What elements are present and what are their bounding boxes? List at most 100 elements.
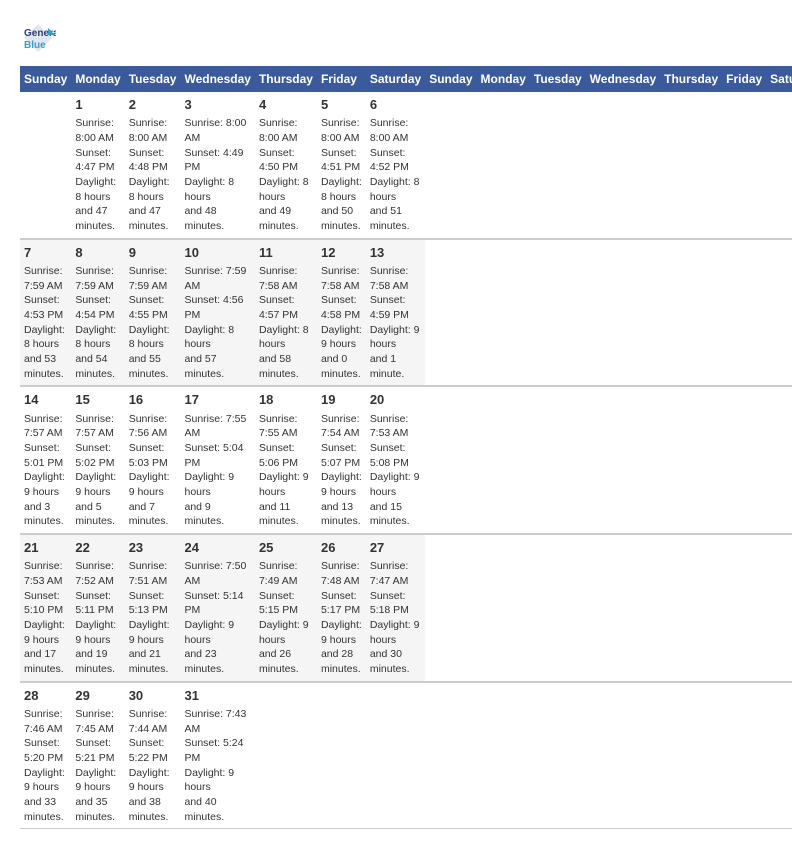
day-info: Sunrise: 7:59 AMSunset: 4:54 PMDaylight:… [75, 264, 120, 382]
day-info: Sunrise: 7:59 AMSunset: 4:56 PMDaylight:… [184, 264, 250, 382]
day-info: Sunrise: 7:57 AMSunset: 5:01 PMDaylight:… [24, 412, 67, 530]
calendar-week-row: 7 Sunrise: 7:59 AMSunset: 4:53 PMDaylight… [20, 239, 792, 387]
calendar-cell [20, 92, 71, 239]
day-number: 2 [129, 96, 177, 114]
day-info: Sunrise: 7:50 AMSunset: 5:14 PMDaylight:… [184, 559, 250, 677]
logo: General Blue [20, 20, 60, 56]
day-number: 17 [184, 391, 250, 409]
day-number: 16 [129, 391, 177, 409]
day-info: Sunrise: 7:43 AMSunset: 5:24 PMDaylight:… [184, 707, 250, 825]
day-number: 28 [24, 687, 67, 705]
svg-text:Blue: Blue [24, 40, 46, 51]
day-number: 8 [75, 244, 120, 262]
calendar-cell: 8 Sunrise: 7:59 AMSunset: 4:54 PMDaylight… [71, 239, 124, 387]
day-info: Sunrise: 7:59 AMSunset: 4:55 PMDaylight:… [129, 264, 177, 382]
weekday-header-thursday: Thursday [660, 66, 722, 92]
day-number: 21 [24, 539, 67, 557]
day-info: Sunrise: 7:48 AMSunset: 5:17 PMDaylight:… [321, 559, 362, 677]
day-info: Sunrise: 7:55 AMSunset: 5:04 PMDaylight:… [184, 412, 250, 530]
weekday-header-wednesday: Wednesday [180, 66, 254, 92]
weekday-header-thursday: Thursday [255, 66, 317, 92]
day-number: 24 [184, 539, 250, 557]
day-number: 29 [75, 687, 120, 705]
page-header: General Blue [20, 20, 772, 56]
day-info: Sunrise: 7:53 AMSunset: 5:08 PMDaylight:… [370, 412, 421, 530]
weekday-header-friday: Friday [722, 66, 766, 92]
day-info: Sunrise: 7:58 AMSunset: 4:59 PMDaylight:… [370, 264, 421, 382]
weekday-header-wednesday: Wednesday [586, 66, 660, 92]
calendar-cell: 5Sunrise: 8:00 AMSunset: 4:51 PMDaylight… [317, 92, 366, 239]
day-info: Sunrise: 7:54 AMSunset: 5:07 PMDaylight:… [321, 412, 362, 530]
day-number: 13 [370, 244, 421, 262]
calendar-cell: 4 Sunrise: 8:00 AMSunset: 4:50 PMDaylight… [255, 92, 317, 239]
calendar-cell: 17 Sunrise: 7:55 AMSunset: 5:04 PMDayligh… [180, 386, 254, 534]
calendar-cell: 29 Sunrise: 7:45 AMSunset: 5:21 PMDayligh… [71, 682, 124, 829]
day-info: Sunrise: 7:58 AMSunset: 4:58 PMDaylight:… [321, 264, 362, 382]
day-info: Sunrise: 7:47 AMSunset: 5:18 PMDaylight:… [370, 559, 421, 677]
day-info: Sunrise: 7:49 AMSunset: 5:15 PMDaylight:… [259, 559, 313, 677]
day-number: 31 [184, 687, 250, 705]
day-number: 22 [75, 539, 120, 557]
calendar-week-row: 21 Sunrise: 7:53 AMSunset: 5:10 PMDayligh… [20, 534, 792, 682]
logo-icon: General Blue [20, 20, 56, 56]
day-number: 26 [321, 539, 362, 557]
day-info: Sunrise: 8:00 AMSunset: 4:49 PMDaylight:… [184, 116, 250, 234]
day-info: Sunrise: 7:53 AMSunset: 5:10 PMDaylight:… [24, 559, 67, 677]
day-info: Sunrise: 7:56 AMSunset: 5:03 PMDaylight:… [129, 412, 177, 530]
calendar-cell: 24 Sunrise: 7:50 AMSunset: 5:14 PMDayligh… [180, 534, 254, 682]
calendar-cell: 22 Sunrise: 7:52 AMSunset: 5:11 PMDayligh… [71, 534, 124, 682]
day-info: Sunrise: 7:51 AMSunset: 5:13 PMDaylight:… [129, 559, 177, 677]
calendar-cell: 28 Sunrise: 7:46 AMSunset: 5:20 PMDayligh… [20, 682, 71, 829]
weekday-header-sunday: Sunday [20, 66, 71, 92]
day-number: 27 [370, 539, 421, 557]
calendar-cell: 19 Sunrise: 7:54 AMSunset: 5:07 PMDayligh… [317, 386, 366, 534]
day-number: 15 [75, 391, 120, 409]
day-number: 1 [75, 96, 120, 114]
calendar-cell: 20 Sunrise: 7:53 AMSunset: 5:08 PMDayligh… [366, 386, 425, 534]
day-info: Sunrise: 7:46 AMSunset: 5:20 PMDaylight:… [24, 707, 67, 825]
calendar-cell [255, 682, 317, 829]
calendar-week-row: 28 Sunrise: 7:46 AMSunset: 5:20 PMDayligh… [20, 682, 792, 829]
day-info: Sunrise: 7:55 AMSunset: 5:06 PMDaylight:… [259, 412, 313, 530]
day-number: 19 [321, 391, 362, 409]
day-number: 6 [370, 96, 421, 114]
weekday-header-sunday: Sunday [425, 66, 476, 92]
calendar-cell [317, 682, 366, 829]
day-number: 10 [184, 244, 250, 262]
calendar-cell: 25Sunrise: 7:49 AMSunset: 5:15 PMDayligh… [255, 534, 317, 682]
day-info: Sunrise: 7:52 AMSunset: 5:11 PMDaylight:… [75, 559, 120, 677]
day-number: 7 [24, 244, 67, 262]
calendar-cell: 11 Sunrise: 7:58 AMSunset: 4:57 PMDayligh… [255, 239, 317, 387]
day-info: Sunrise: 7:45 AMSunset: 5:21 PMDaylight:… [75, 707, 120, 825]
weekday-header-saturday: Saturday [366, 66, 425, 92]
calendar-cell: 1Sunrise: 8:00 AMSunset: 4:47 PMDaylight… [71, 92, 124, 239]
day-info: Sunrise: 7:57 AMSunset: 5:02 PMDaylight:… [75, 412, 120, 530]
weekday-header-friday: Friday [317, 66, 366, 92]
day-number: 11 [259, 244, 313, 262]
day-info: Sunrise: 8:00 AMSunset: 4:50 PMDaylight:… [259, 116, 313, 234]
calendar-cell: 2Sunrise: 8:00 AMSunset: 4:48 PMDaylight… [125, 92, 181, 239]
calendar-cell: 26 Sunrise: 7:48 AMSunset: 5:17 PMDayligh… [317, 534, 366, 682]
day-number: 23 [129, 539, 177, 557]
calendar-cell: 23 Sunrise: 7:51 AMSunset: 5:13 PMDayligh… [125, 534, 181, 682]
weekday-header-monday: Monday [71, 66, 124, 92]
calendar-cell: 12Sunrise: 7:58 AMSunset: 4:58 PMDayligh… [317, 239, 366, 387]
day-number: 18 [259, 391, 313, 409]
day-number: 4 [259, 96, 313, 114]
day-info: Sunrise: 7:44 AMSunset: 5:22 PMDaylight:… [129, 707, 177, 825]
day-number: 30 [129, 687, 177, 705]
day-info: Sunrise: 7:59 AMSunset: 4:53 PMDaylight:… [24, 264, 67, 382]
calendar-header-row: SundayMondayTuesdayWednesdayThursdayFrid… [20, 66, 792, 92]
calendar-cell: 21 Sunrise: 7:53 AMSunset: 5:10 PMDayligh… [20, 534, 71, 682]
calendar-cell: 31 Sunrise: 7:43 AMSunset: 5:24 PMDayligh… [180, 682, 254, 829]
calendar-cell: 30 Sunrise: 7:44 AMSunset: 5:22 PMDayligh… [125, 682, 181, 829]
calendar-cell: 10 Sunrise: 7:59 AMSunset: 4:56 PMDayligh… [180, 239, 254, 387]
calendar-cell: 13 Sunrise: 7:58 AMSunset: 4:59 PMDayligh… [366, 239, 425, 387]
calendar-cell: 14 Sunrise: 7:57 AMSunset: 5:01 PMDayligh… [20, 386, 71, 534]
day-info: Sunrise: 7:58 AMSunset: 4:57 PMDaylight:… [259, 264, 313, 382]
day-number: 20 [370, 391, 421, 409]
calendar-cell: 9Sunrise: 7:59 AMSunset: 4:55 PMDaylight… [125, 239, 181, 387]
day-info: Sunrise: 8:00 AMSunset: 4:51 PMDaylight:… [321, 116, 362, 234]
calendar-week-row: 1Sunrise: 8:00 AMSunset: 4:47 PMDaylight… [20, 92, 792, 239]
day-number: 14 [24, 391, 67, 409]
